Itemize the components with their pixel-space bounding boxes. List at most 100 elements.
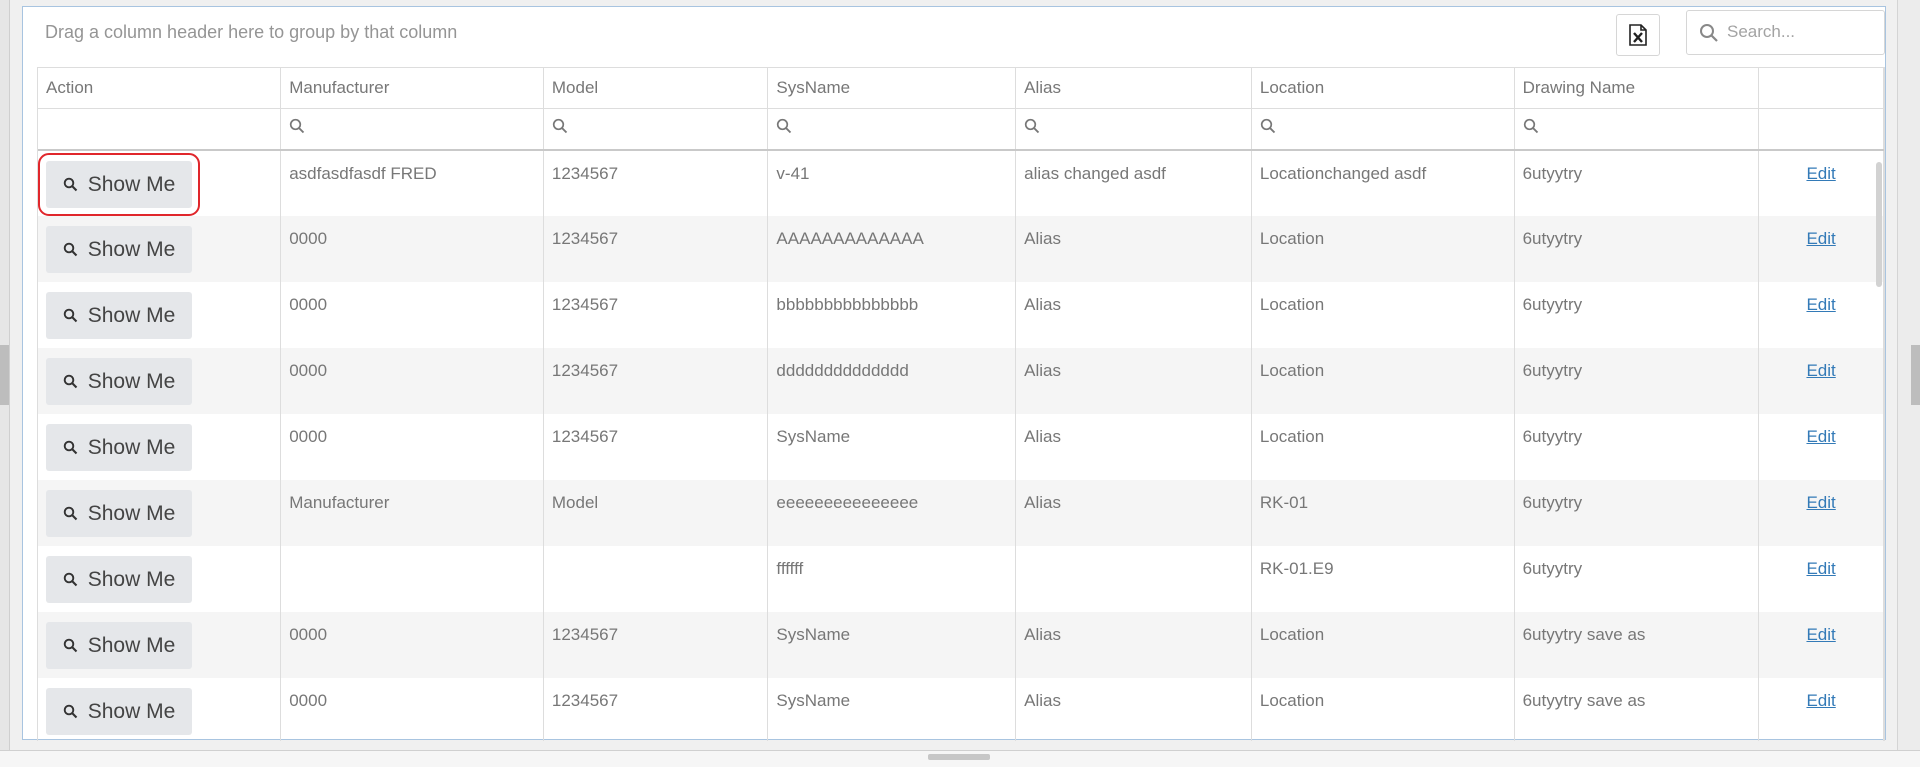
manufacturer-cell[interactable]: 0000	[280, 414, 544, 480]
location-cell[interactable]: RK-01.E9	[1251, 546, 1515, 612]
location-cell[interactable]: Location	[1251, 216, 1515, 282]
column-header-alias[interactable]: Alias	[1015, 68, 1252, 109]
filter-cell-sysname[interactable]	[767, 108, 1017, 151]
location-cell[interactable]: Location	[1251, 282, 1515, 348]
action-cell: Show Me	[38, 678, 282, 741]
alias-cell[interactable]: Alias	[1015, 216, 1252, 282]
drawing-name-cell[interactable]: 6utyytry save as	[1514, 612, 1760, 678]
drawing-name-cell[interactable]: 6utyytry	[1514, 282, 1760, 348]
location-cell[interactable]: Location	[1251, 612, 1515, 678]
location-cell[interactable]: Location	[1251, 414, 1515, 480]
manufacturer-cell[interactable]: 0000	[280, 612, 544, 678]
model-cell[interactable]: 1234567	[543, 612, 769, 678]
edit-link[interactable]: Edit	[1806, 493, 1835, 512]
alias-cell[interactable]	[1015, 546, 1252, 612]
column-header-manufacturer[interactable]: Manufacturer	[280, 68, 544, 109]
alias-cell[interactable]: alias changed asdf	[1015, 150, 1252, 216]
edit-link[interactable]: Edit	[1806, 427, 1835, 446]
left-splitter[interactable]	[0, 0, 10, 766]
grid-search-box[interactable]	[1686, 10, 1885, 55]
edit-link[interactable]: Edit	[1806, 295, 1835, 314]
left-splitter-handle[interactable]	[0, 345, 9, 405]
model-cell[interactable]	[543, 546, 769, 612]
sysname-cell[interactable]: dddddddddddddd	[767, 348, 1017, 414]
grid-search-input[interactable]	[1727, 20, 1877, 44]
edit-link[interactable]: Edit	[1806, 625, 1835, 644]
manufacturer-cell[interactable]: 0000	[280, 282, 544, 348]
drawing-name-cell[interactable]: 6utyytry	[1514, 216, 1760, 282]
show-me-button[interactable]: Show Me	[38, 153, 200, 216]
edit-link[interactable]: Edit	[1806, 229, 1835, 248]
filter-cell-manufacturer[interactable]	[280, 108, 544, 151]
alias-cell[interactable]: Alias	[1015, 348, 1252, 414]
alias-cell[interactable]: Alias	[1015, 678, 1252, 741]
manufacturer-cell[interactable]: asdfasdfasdf FRED	[280, 150, 544, 216]
show-me-label: Show Me	[87, 501, 176, 525]
location-cell[interactable]: Location	[1251, 678, 1515, 741]
column-header-drawing-name[interactable]: Drawing Name	[1514, 68, 1760, 109]
manufacturer-cell[interactable]: Manufacturer	[280, 480, 544, 546]
header-row: Action Manufacturer Model SysName Alias …	[38, 68, 1884, 109]
show-me-label: Show Me	[87, 303, 176, 327]
show-me-button[interactable]: Show Me	[46, 490, 192, 537]
show-me-button[interactable]: Show Me	[46, 292, 192, 339]
show-me-button[interactable]: Show Me	[46, 556, 192, 603]
manufacturer-cell[interactable]: 0000	[280, 216, 544, 282]
sysname-cell[interactable]: SysName	[767, 678, 1017, 741]
bottom-splitter-handle[interactable]	[928, 754, 990, 760]
alias-cell[interactable]: Alias	[1015, 282, 1252, 348]
location-cell[interactable]: RK-01	[1251, 480, 1515, 546]
alias-cell[interactable]: Alias	[1015, 414, 1252, 480]
drawing-name-cell[interactable]: 6utyytry	[1514, 480, 1760, 546]
edit-link[interactable]: Edit	[1806, 164, 1835, 183]
show-me-button[interactable]: Show Me	[46, 688, 192, 735]
show-me-button[interactable]: Show Me	[46, 424, 192, 471]
drawing-name-cell[interactable]: 6utyytry	[1514, 414, 1760, 480]
sysname-cell[interactable]: v-41	[767, 150, 1017, 216]
column-header-model[interactable]: Model	[543, 68, 769, 109]
filter-cell-location[interactable]	[1251, 108, 1515, 151]
location-cell[interactable]: Location	[1251, 348, 1515, 414]
location-cell[interactable]: Locationchanged asdf	[1251, 150, 1515, 216]
bottom-splitter[interactable]	[0, 750, 1920, 767]
drawing-name-cell[interactable]: 6utyytry	[1514, 348, 1760, 414]
sysname-cell[interactable]: SysName	[767, 414, 1017, 480]
model-cell[interactable]: Model	[543, 480, 769, 546]
drawing-name-cell[interactable]: 6utyytry	[1514, 150, 1760, 216]
sysname-cell[interactable]: AAAAAAAAAAAAA	[767, 216, 1017, 282]
edit-link[interactable]: Edit	[1806, 691, 1835, 710]
show-me-button[interactable]: Show Me	[46, 622, 192, 669]
right-splitter[interactable]	[1897, 0, 1920, 766]
show-me-button[interactable]: Show Me	[46, 226, 192, 273]
filter-cell-drawing-name[interactable]	[1514, 108, 1760, 151]
right-splitter-handle[interactable]	[1911, 345, 1920, 405]
sysname-cell[interactable]: ffffff	[767, 546, 1017, 612]
manufacturer-cell[interactable]: 0000	[280, 678, 544, 741]
column-header-location[interactable]: Location	[1251, 68, 1515, 109]
filter-cell-alias[interactable]	[1015, 108, 1252, 151]
model-cell[interactable]: 1234567	[543, 348, 769, 414]
manufacturer-cell[interactable]	[280, 546, 544, 612]
model-cell[interactable]: 1234567	[543, 678, 769, 741]
group-panel[interactable]: Drag a column header here to group by th…	[23, 7, 1885, 65]
model-cell[interactable]: 1234567	[543, 150, 769, 216]
column-header-action[interactable]: Action	[38, 68, 282, 109]
filter-cell-model[interactable]	[543, 108, 769, 151]
model-cell[interactable]: 1234567	[543, 414, 769, 480]
edit-link[interactable]: Edit	[1806, 559, 1835, 578]
edit-link[interactable]: Edit	[1806, 361, 1835, 380]
alias-cell[interactable]: Alias	[1015, 480, 1252, 546]
manufacturer-cell[interactable]: 0000	[280, 348, 544, 414]
excel-export-button[interactable]	[1616, 14, 1660, 56]
vertical-scrollbar-thumb[interactable]	[1876, 162, 1882, 287]
sysname-cell[interactable]: SysName	[767, 612, 1017, 678]
sysname-cell[interactable]: eeeeeeeeeeeeeee	[767, 480, 1017, 546]
drawing-name-cell[interactable]: 6utyytry	[1514, 546, 1760, 612]
show-me-button[interactable]: Show Me	[46, 358, 192, 405]
sysname-cell[interactable]: bbbbbbbbbbbbbbb	[767, 282, 1017, 348]
model-cell[interactable]: 1234567	[543, 282, 769, 348]
alias-cell[interactable]: Alias	[1015, 612, 1252, 678]
drawing-name-cell[interactable]: 6utyytry save as	[1514, 678, 1760, 741]
model-cell[interactable]: 1234567	[543, 216, 769, 282]
column-header-sysname[interactable]: SysName	[767, 68, 1017, 109]
